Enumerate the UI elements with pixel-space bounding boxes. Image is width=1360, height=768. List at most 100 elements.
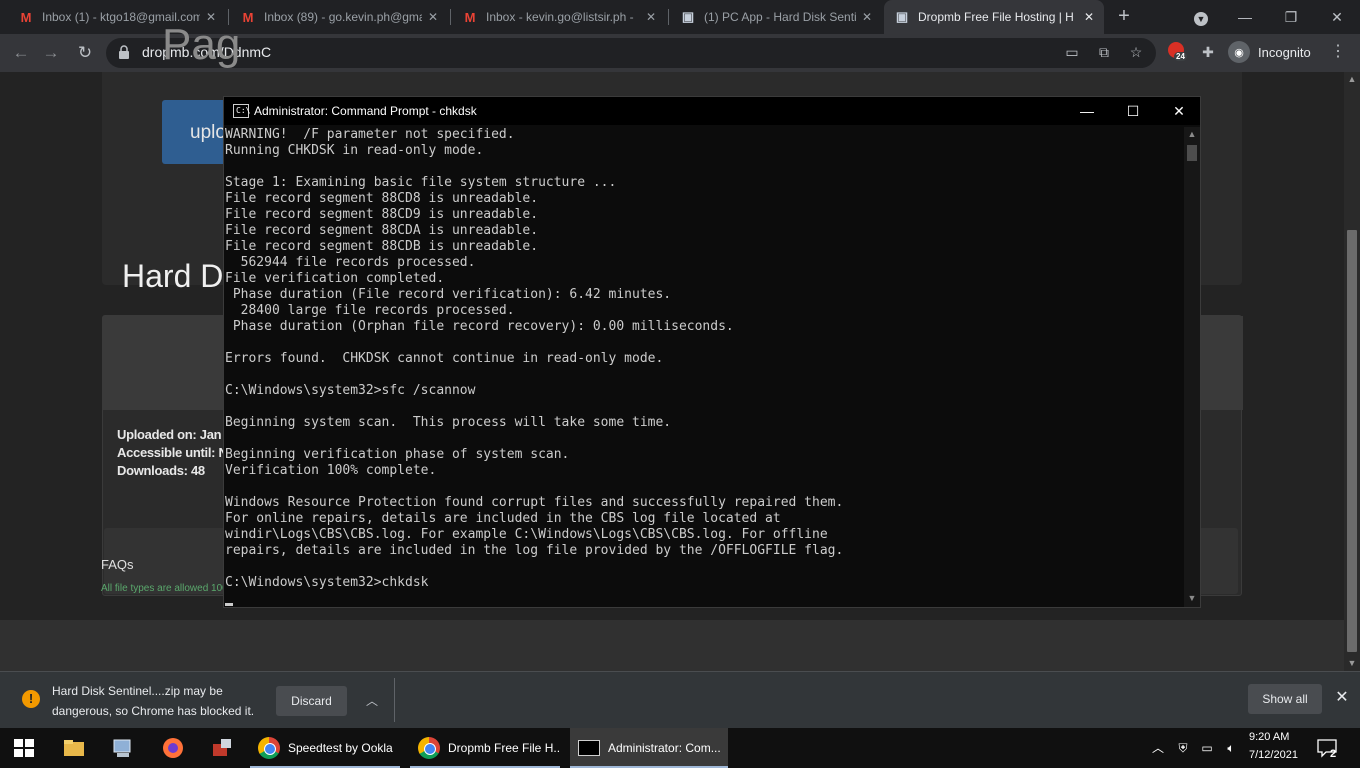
console-output[interactable]: WARNING! /F parameter not specified. Runn… xyxy=(224,127,1184,607)
lock-icon xyxy=(119,45,129,59)
cmd-scrollbar[interactable]: ▲ ▼ xyxy=(1184,127,1200,607)
box-icon: ▣ xyxy=(895,9,909,24)
console-line: Phase duration (Orphan file record recov… xyxy=(225,319,734,334)
cmd-close-button[interactable]: ✕ xyxy=(1156,97,1202,125)
download-bar: ! Hard Disk Sentinel....zip may be dange… xyxy=(0,671,1360,728)
app-installer-icon[interactable] xyxy=(210,736,234,760)
page-scroll-thumb[interactable] xyxy=(1347,230,1357,652)
taskbar-app-label: Administrator: Com... xyxy=(608,741,721,755)
close-icon[interactable]: ✕ xyxy=(1332,688,1352,708)
console-line: Verification 100% complete. xyxy=(225,463,437,478)
cmd-minimize-button[interactable]: — xyxy=(1064,97,1110,125)
defender-icon[interactable]: ⛨ xyxy=(1172,728,1194,768)
incognito-icon: ◉ xyxy=(1228,41,1250,63)
new-tab-button[interactable]: + xyxy=(1112,4,1136,28)
console-line: Stage 1: Examining basic file system str… xyxy=(225,175,617,190)
text-cursor xyxy=(225,603,233,606)
incognito-label: Incognito xyxy=(1258,44,1311,60)
cast-icon[interactable]: ▭ xyxy=(1062,42,1082,62)
tab-gmail-3[interactable]: M Inbox - kevin.go@listsir.ph - ✕ xyxy=(452,0,666,34)
address-bar[interactable]: dropmb.com/DdnmC xyxy=(106,38,1156,68)
clock-date[interactable]: 7/12/2021 xyxy=(1249,749,1298,761)
warning-icon: ! xyxy=(22,690,40,708)
cmd-title: Administrator: Command Prompt - chkdsk xyxy=(254,104,477,118)
scroll-down-icon[interactable]: ▼ xyxy=(1184,591,1200,605)
forward-button[interactable]: → xyxy=(38,40,64,66)
download-warning-line1: Hard Disk Sentinel....zip may be xyxy=(52,684,223,698)
taskbar-app-speedtest[interactable]: Speedtest by Ookla xyxy=(250,728,400,768)
file-explorer-icon[interactable] xyxy=(62,736,86,760)
firefox-icon[interactable] xyxy=(161,736,185,760)
console-line: 28400 large file records processed. xyxy=(225,303,515,318)
scroll-down-icon[interactable]: ▼ xyxy=(1344,656,1360,670)
computer-icon[interactable] xyxy=(111,736,135,760)
tab-search-button[interactable]: ▼ xyxy=(1178,0,1224,34)
uploaded-on: Uploaded on: Jan 2 xyxy=(117,427,232,442)
cmd-title-bar[interactable]: C:\ Administrator: Command Prompt - chkd… xyxy=(224,97,1200,125)
faqs-link[interactable]: FAQs xyxy=(101,557,134,572)
tab-gmail-2[interactable]: M Inbox (89) - go.kevin.ph@gmail.com ✕ xyxy=(230,0,448,34)
cmd-scroll-thumb[interactable] xyxy=(1187,145,1197,161)
tab-label: Inbox (89) - go.kevin.ph@gmail.com xyxy=(264,10,422,24)
tab-label: Inbox - kevin.go@listsir.ph - xyxy=(486,10,634,24)
console-line: File record segment 88CDB is unreadable. xyxy=(225,239,539,254)
taskbar-app-label: Dropmb Free File H... xyxy=(448,741,560,755)
incognito-indicator[interactable]: ◉ Incognito xyxy=(1228,39,1311,65)
more-menu-icon[interactable]: ⋮ xyxy=(1330,42,1346,62)
command-prompt-window[interactable]: C:\ Administrator: Command Prompt - chkd… xyxy=(223,96,1201,608)
popup-blocked-icon[interactable]: ⧉ xyxy=(1094,42,1114,62)
page-scrollbar[interactable]: ▲ ▼ xyxy=(1344,72,1360,671)
network-icon[interactable]: ▭ xyxy=(1196,728,1218,768)
taskbar-app-label: Speedtest by Ookla xyxy=(288,741,393,755)
bookmark-star-icon[interactable]: ☆ xyxy=(1126,42,1146,62)
puzzle-icon[interactable]: ✚ xyxy=(1198,42,1218,62)
console-line: File verification completed. xyxy=(225,271,445,286)
windows-start-icon[interactable] xyxy=(12,736,36,760)
tab-pc-app[interactable]: ▣ (1) PC App - Hard Disk Sentinel ✕ xyxy=(670,0,882,34)
tab-dropmb[interactable]: ▣ Dropmb Free File Hosting | H ✕ xyxy=(884,0,1104,34)
close-icon[interactable]: ✕ xyxy=(646,10,656,24)
reload-button[interactable]: ↻ xyxy=(72,40,98,66)
chevron-down-icon: ▼ xyxy=(1194,12,1208,26)
console-line: WARNING! /F parameter not specified. xyxy=(225,127,515,142)
tab-label: Dropmb Free File Hosting | H xyxy=(918,10,1074,24)
close-window-button[interactable]: ✕ xyxy=(1314,0,1360,34)
close-icon[interactable]: ✕ xyxy=(1084,10,1094,24)
chevron-up-icon[interactable]: ︿ xyxy=(1148,728,1168,768)
file-title: Hard D xyxy=(122,258,224,294)
volume-muted-icon[interactable]: 🔈︎ xyxy=(1220,728,1242,768)
download-warning-line2: dangerous, so Chrome has blocked it. xyxy=(52,704,255,718)
clock-time[interactable]: 9:20 AM xyxy=(1249,731,1289,743)
badge-count: 24 xyxy=(1174,52,1187,61)
scroll-up-icon[interactable]: ▲ xyxy=(1344,72,1360,86)
show-all-button[interactable]: Show all xyxy=(1248,684,1322,714)
discard-button[interactable]: Discard xyxy=(276,686,347,716)
taskbar-app-cmd[interactable]: Administrator: Com... xyxy=(570,728,728,768)
cmd-icon xyxy=(578,740,600,756)
restore-button[interactable]: ❐ xyxy=(1268,0,1314,34)
cmd-maximize-button[interactable]: ☐ xyxy=(1110,97,1156,125)
scroll-up-icon[interactable]: ▲ xyxy=(1184,127,1200,141)
taskbar-app-dropmb[interactable]: Dropmb Free File H... xyxy=(410,728,560,768)
chevron-up-icon[interactable]: ︿ xyxy=(361,686,383,716)
extension-badge: 24 xyxy=(1170,40,1190,61)
console-line: Errors found. CHKDSK cannot continue in … xyxy=(225,351,664,366)
console-line: Windows Resource Protection found corrup… xyxy=(225,495,844,510)
minimize-button[interactable]: — xyxy=(1222,0,1268,34)
back-button[interactable]: ← xyxy=(8,40,34,66)
downloads-count: Downloads: 48 xyxy=(117,463,205,478)
close-icon[interactable]: ✕ xyxy=(428,10,438,24)
console-line: windir\Logs\CBS\CBS.log. For example C:\… xyxy=(225,527,828,542)
console-line: Phase duration (File record verification… xyxy=(225,287,672,302)
console-line: C:\Windows\system32>sfc /scannow xyxy=(225,383,476,398)
console-line: C:\Windows\system32>chkdsk xyxy=(225,575,429,590)
windows-taskbar: Speedtest by Ookla Dropmb Free File H...… xyxy=(0,728,1360,768)
close-icon[interactable]: ✕ xyxy=(862,10,872,24)
page-title: Pag xyxy=(162,20,241,69)
console-line: Beginning system scan. This process will… xyxy=(225,415,672,430)
